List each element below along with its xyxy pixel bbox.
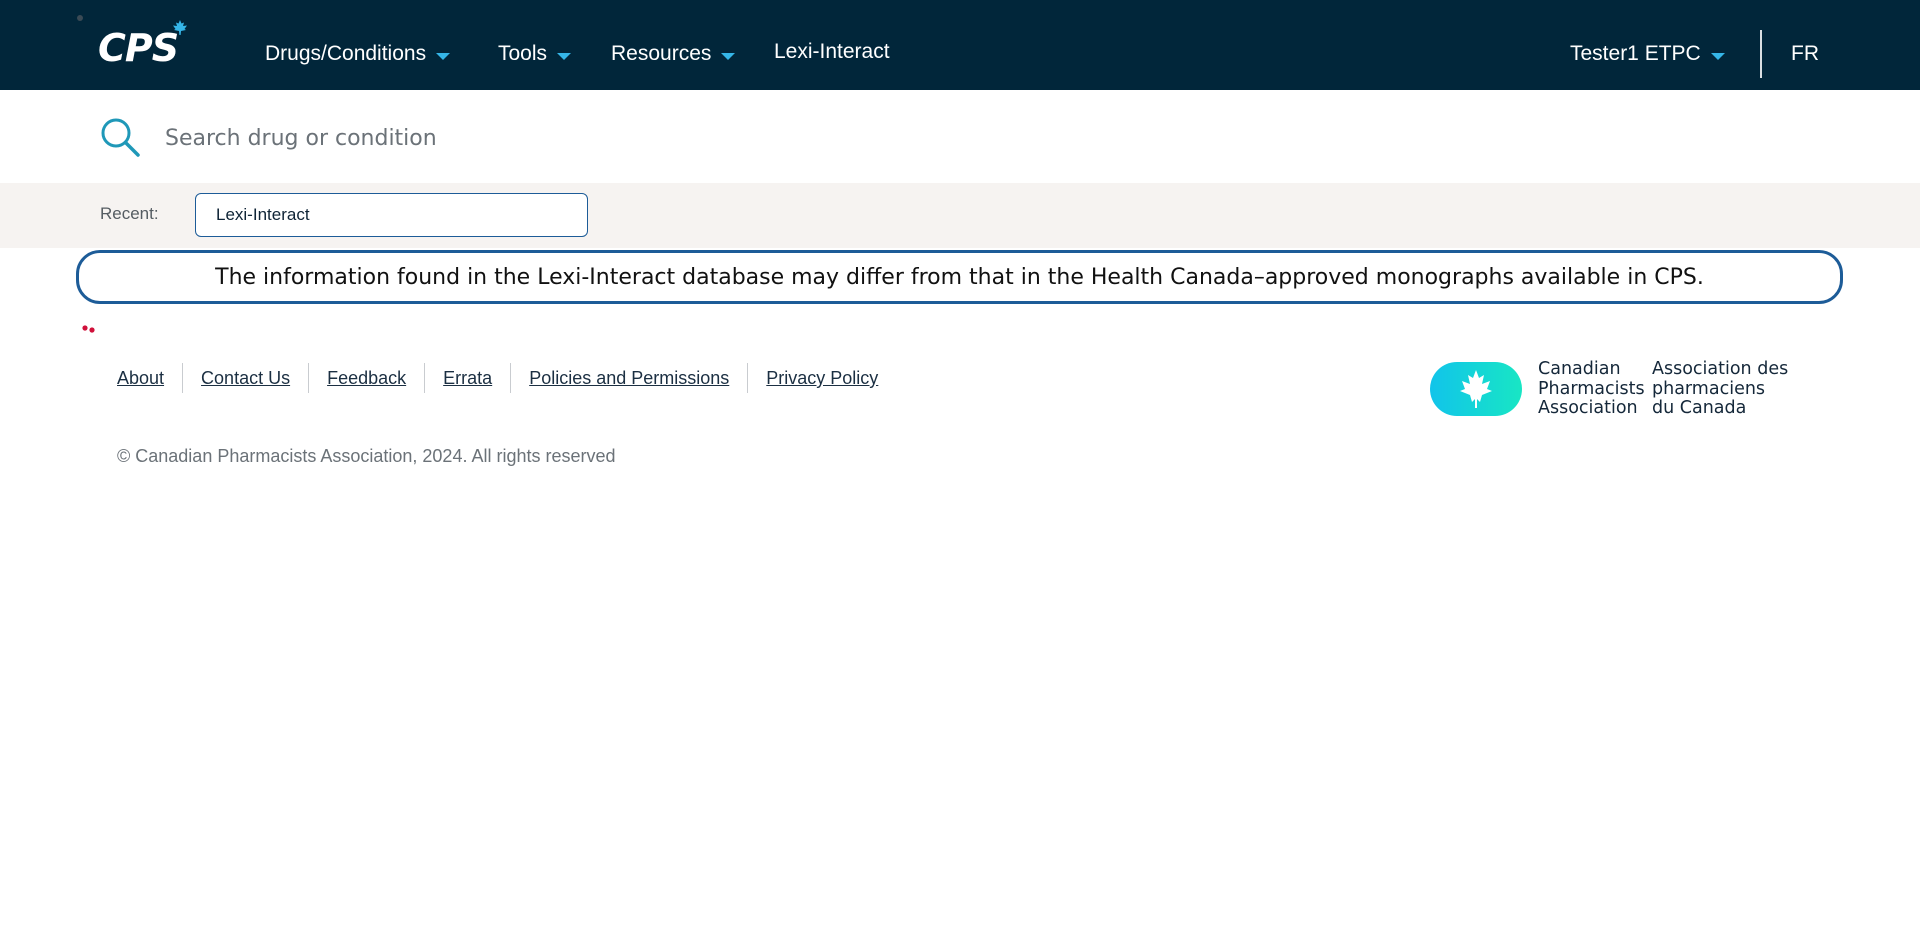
footer-link-contact-us[interactable]: Contact Us: [182, 363, 308, 393]
nav-resources[interactable]: Resources: [611, 40, 736, 68]
user-menu[interactable]: Tester1 ETPC: [1570, 40, 1725, 68]
language-toggle[interactable]: FR: [1791, 40, 1819, 68]
search-input[interactable]: [165, 118, 1765, 158]
nav-lexi-interact[interactable]: Lexi-Interact: [774, 38, 890, 66]
chevron-down-icon: [557, 52, 572, 60]
nav-drugs-conditions[interactable]: Drugs/Conditions: [265, 40, 451, 68]
nav-tools-label: Tools: [498, 42, 548, 65]
logo-text: CPS: [98, 26, 179, 70]
chevron-down-icon: [1710, 52, 1725, 60]
cps-logo[interactable]: CPS: [98, 20, 187, 70]
top-navigation-bar: CPS Drugs/Conditions Tools Resources Lex…: [0, 0, 1920, 90]
nav-drugs-conditions-label: Drugs/Conditions: [265, 42, 427, 65]
footer-link-policies-and-permissions[interactable]: Policies and Permissions: [510, 363, 747, 393]
cpha-name-en-line: Canadian: [1538, 359, 1621, 379]
nav-lexi-interact-label: Lexi-Interact: [774, 40, 890, 63]
footer-link-errata[interactable]: Errata: [424, 363, 510, 393]
copyright-text: © Canadian Pharmacists Association, 2024…: [117, 446, 616, 466]
cpha-name-english: Canadian Pharmacists Association: [1538, 359, 1645, 419]
chevron-down-icon: [436, 52, 451, 60]
user-menu-label: Tester1 ETPC: [1570, 42, 1701, 65]
recent-label: Recent:: [100, 204, 159, 223]
recent-item-lexi-interact[interactable]: Lexi-Interact: [195, 193, 588, 237]
nav-divider: [1760, 30, 1762, 78]
cpha-name-fr-line: Association des: [1652, 359, 1789, 379]
loading-dots-icon: [82, 325, 95, 333]
footer-links: About Contact Us Feedback Errata Policie…: [101, 363, 896, 393]
nav-resources-label: Resources: [611, 42, 712, 65]
footer-link-feedback[interactable]: Feedback: [308, 363, 424, 393]
cpha-name-en-line: Association: [1538, 398, 1638, 418]
maple-leaf-icon: [173, 20, 187, 35]
cpha-name-fr-line: du Canada: [1652, 398, 1747, 418]
cpha-logo-icon[interactable]: [1430, 362, 1522, 416]
info-banner-text: The information found in the Lexi-Intera…: [215, 264, 1704, 290]
language-toggle-label: FR: [1791, 42, 1819, 65]
info-banner: The information found in the Lexi-Intera…: [76, 250, 1843, 304]
footer-link-about[interactable]: About: [101, 363, 182, 393]
footer-link-privacy-policy[interactable]: Privacy Policy: [747, 363, 896, 393]
cpha-name-fr-line: pharmaciens: [1652, 378, 1766, 399]
cpha-name-french: Association des pharmaciens du Canada: [1652, 359, 1789, 419]
status-dot: [77, 15, 83, 21]
search-icon[interactable]: [99, 117, 141, 157]
nav-tools[interactable]: Tools: [498, 40, 572, 68]
chevron-down-icon: [721, 52, 736, 60]
cpha-name-en-line: Pharmacists: [1538, 378, 1645, 399]
